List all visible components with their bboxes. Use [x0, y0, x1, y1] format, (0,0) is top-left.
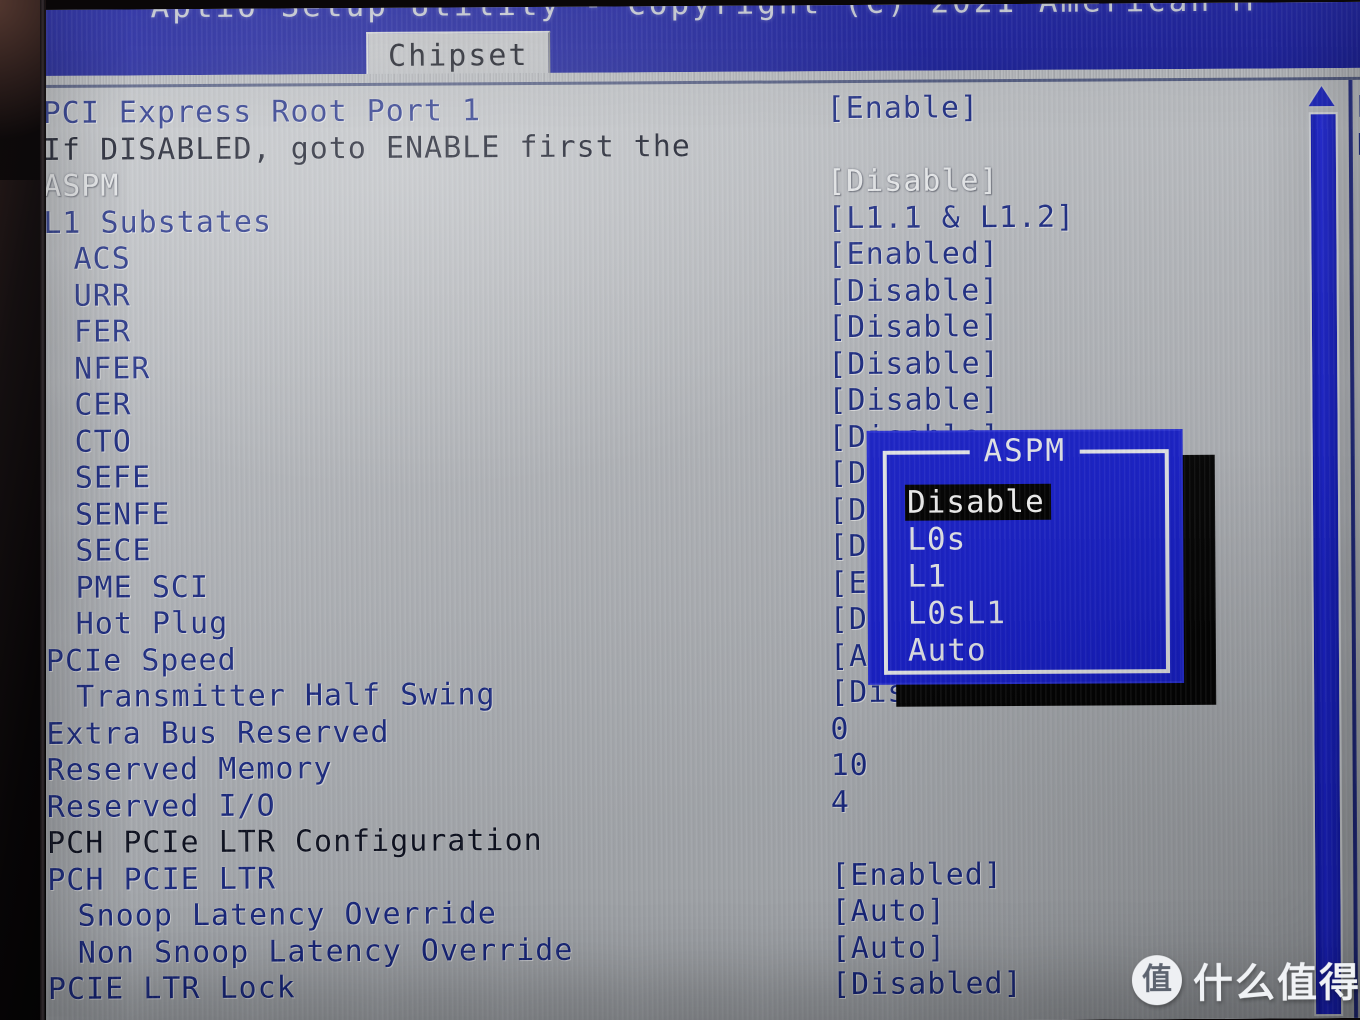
setting-row-value[interactable]: [Disable] [828, 345, 1088, 383]
monitor-bezel-highlight [0, 0, 40, 180]
dialog-option[interactable]: Disable [904, 483, 1051, 521]
setting-row-label[interactable]: L1 Substates [43, 201, 813, 242]
setting-row-label[interactable]: CER [44, 383, 814, 424]
setting-row-label[interactable]: Hot Plug [46, 602, 816, 643]
setting-row-label[interactable]: SECE [45, 529, 815, 570]
help-line-1: P [1356, 89, 1360, 125]
setting-row-value[interactable] [831, 820, 1091, 858]
watermark-logo-icon: 值 [1131, 955, 1183, 1006]
setting-row-value[interactable]: [Disable] [828, 382, 1088, 420]
setting-row-value[interactable] [827, 126, 1087, 164]
setting-row-value[interactable]: [Enabled] [831, 856, 1091, 894]
setting-row-value[interactable]: [Auto] [831, 893, 1091, 931]
setting-row-value[interactable]: [Disable] [828, 309, 1088, 347]
settings-item-column: PCI Express Root Port 1 If DISABLED, goto… [43, 91, 819, 1008]
setting-row-value[interactable]: [Disable] [827, 163, 1087, 201]
setting-row-label[interactable]: Extra Bus Reserved [46, 712, 816, 753]
setting-row-label[interactable]: URR [44, 274, 814, 315]
setting-row-label[interactable]: Reserved Memory [47, 748, 817, 789]
setting-row-value[interactable]: 0 [830, 710, 1090, 748]
setting-row-label[interactable]: Non Snoop Latency Override [48, 931, 818, 972]
dialog-title-text: ASPM [969, 433, 1081, 469]
setting-row-value[interactable]: 10 [831, 747, 1091, 785]
aspm-dialog[interactable]: ASPM Disable L0s L1 L0sL1 Auto [868, 431, 1183, 683]
setting-row-label[interactable]: PCIE LTR Lock [48, 967, 818, 1008]
monitor-bezel-edge [40, 0, 45, 1020]
setting-row-value[interactable]: [Enabled] [827, 236, 1087, 274]
setting-row-label[interactable]: PCH PCIe LTR Configuration [47, 821, 817, 862]
dialog-option[interactable]: L0sL1 [906, 594, 1156, 632]
watermark: 值 什么值得买 [1131, 950, 1360, 1010]
setting-row-label[interactable]: SEFE [45, 456, 815, 497]
setting-row-label[interactable]: Snoop Latency Override [47, 894, 817, 935]
dialog-title: ASPM [869, 433, 1181, 469]
scrollbar-thumb[interactable] [1308, 112, 1344, 1017]
dialog-option[interactable]: Auto [906, 631, 1156, 669]
setting-row-label[interactable]: CTO [45, 420, 815, 461]
setting-row-value[interactable]: [Auto] [832, 929, 1092, 967]
setting-row-value[interactable]: [Disable] [828, 272, 1088, 310]
scrollbar[interactable] [1304, 86, 1344, 1017]
dialog-option[interactable]: L1 [905, 557, 1155, 595]
monitor-photo: Aptio Setup Utility - Copyright (C) 2021… [0, 0, 1360, 1020]
triangle-up-icon[interactable] [1308, 86, 1335, 107]
setting-row-label[interactable]: SENFE [45, 493, 815, 534]
setting-row-value[interactable]: [Disabled] [832, 966, 1092, 1004]
bios-screen: Aptio Setup Utility - Copyright (C) 2021… [36, 1, 1360, 1020]
setting-row-label[interactable]: ACS [43, 237, 813, 278]
dialog-option[interactable]: L0s [905, 520, 1155, 558]
setting-row-label[interactable]: ASPM [43, 164, 813, 205]
setting-row-label[interactable]: Reserved I/O [47, 785, 817, 826]
setting-row-label[interactable]: PCIe Speed [46, 639, 816, 680]
setting-row-label[interactable]: NFER [44, 347, 814, 388]
setting-row-value[interactable]: [L1.1 & L1.2] [827, 199, 1087, 237]
setting-row-label[interactable]: PME SCI [45, 566, 815, 607]
setting-row-label[interactable]: PCH PCIE LTR [47, 858, 817, 899]
watermark-text: 什么值得买 [1192, 959, 1360, 1007]
dialog-option-list[interactable]: Disable L0s L1 L0sL1 Auto [904, 483, 1156, 670]
setting-row-label[interactable]: If DISABLED, goto ENABLE first the [43, 128, 813, 169]
tab-chipset[interactable]: Chipset [366, 30, 551, 79]
setting-row-label[interactable]: FER [44, 310, 814, 351]
setting-row-label[interactable]: Transmitter Half Swing [46, 675, 816, 716]
setting-row-value[interactable]: [Enable] [827, 90, 1087, 128]
setting-row-value[interactable]: 4 [831, 783, 1091, 821]
app-title: Aptio Setup Utility - Copyright (C) 2021… [150, 1, 1256, 26]
setting-row-label[interactable]: PCI Express Root Port 1 [43, 91, 813, 132]
